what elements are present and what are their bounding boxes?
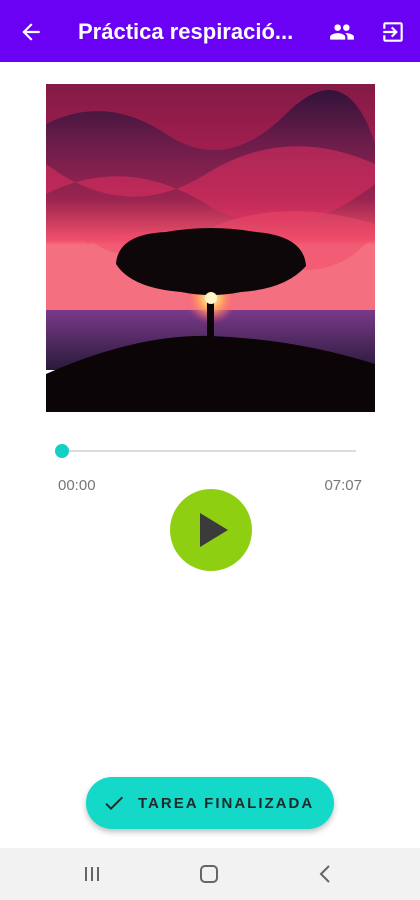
page-title: Práctica respiració... [78,19,294,44]
total-time: 07:07 [324,477,362,494]
back-chevron-icon[interactable] [314,862,338,886]
task-finished-button[interactable]: TAREA FINALIZADA [86,777,334,829]
seek-track [62,450,356,452]
system-nav-bar [0,848,420,900]
task-finished-label: TAREA FINALIZADA [138,795,315,812]
app-bar: Práctica respiració... [0,0,420,62]
play-button[interactable] [170,489,252,571]
play-icon [200,513,228,547]
seek-thumb[interactable] [55,444,69,458]
check-icon [102,791,126,815]
sunset-tree-image [46,84,375,412]
people-icon[interactable] [328,19,356,45]
arrow-left-icon[interactable] [18,19,44,45]
recents-icon[interactable] [80,862,104,886]
current-time: 00:00 [58,477,96,494]
home-icon[interactable] [197,862,221,886]
logout-icon[interactable] [380,19,406,45]
seek-bar[interactable] [55,444,356,458]
